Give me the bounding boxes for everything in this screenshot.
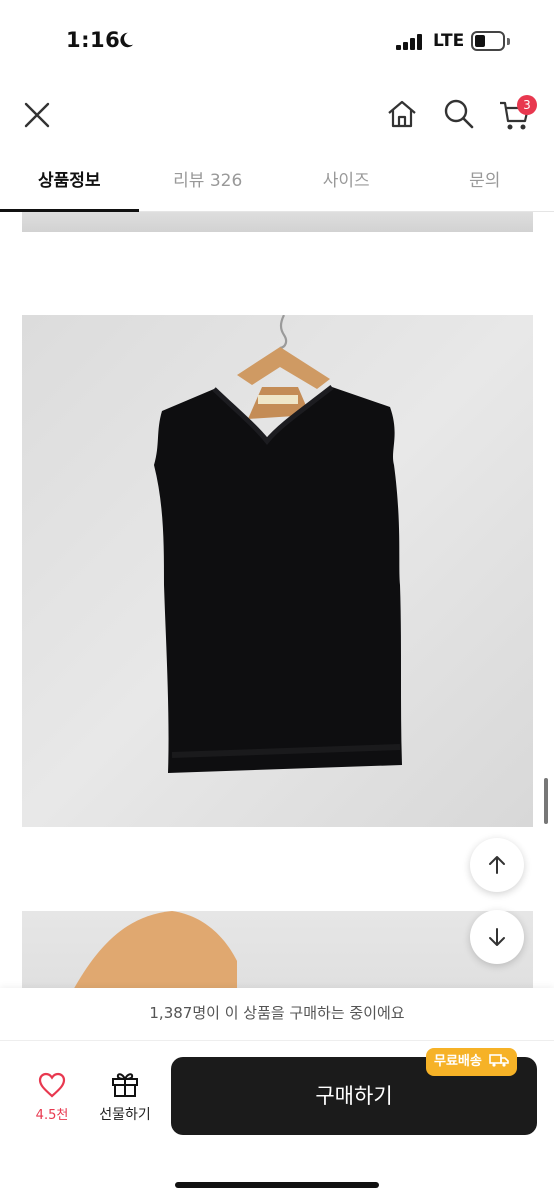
status-bar: 1:16 LTE (0, 0, 554, 86)
network-label: LTE (433, 31, 465, 51)
battery-icon (471, 31, 505, 51)
signal-icon (396, 34, 426, 50)
arrow-up-icon (489, 856, 505, 874)
scroll-down-button[interactable] (470, 910, 524, 964)
hanger-illustration (74, 911, 237, 988)
status-time: 1:16 (66, 28, 121, 52)
gift-label: 선물하기 (99, 1107, 151, 1123)
buyer-count-note: 1,387명이 이 상품을 구매하는 중이에요 (149, 1004, 405, 1022)
scrollbar[interactable] (544, 778, 548, 824)
tab-inquiry[interactable]: 문의 (416, 152, 554, 211)
product-detail-content[interactable] (0, 212, 554, 988)
cart-count-badge: 3 (517, 95, 537, 115)
truck-icon (489, 1054, 510, 1067)
tab-bar: 상품정보 리뷰 326 사이즈 문의 (0, 152, 554, 212)
tab-size[interactable]: 사이즈 (277, 152, 416, 211)
battery-tip (507, 38, 510, 45)
free-shipping-label: 무료배송 (434, 1054, 482, 1069)
close-icon[interactable] (22, 100, 52, 130)
tab-reviews[interactable]: 리뷰 326 (139, 152, 278, 211)
moon-icon (120, 32, 134, 48)
like-button[interactable]: 4.5천 (26, 1072, 78, 1123)
home-icon[interactable] (385, 97, 419, 131)
gift-icon (112, 1073, 138, 1097)
product-image-next[interactable] (22, 911, 533, 988)
divider (0, 1040, 554, 1041)
search-icon[interactable] (442, 97, 476, 131)
black-vest-illustration (154, 315, 402, 773)
gift-button[interactable]: 선물하기 (92, 1070, 158, 1124)
like-count: 4.5천 (35, 1108, 69, 1123)
free-shipping-badge: 무료배송 (426, 1048, 518, 1076)
product-image-previous (22, 212, 533, 232)
tab-product-info[interactable]: 상품정보 (0, 152, 139, 212)
heart-icon (38, 1072, 66, 1098)
product-image-black-vest[interactable] (22, 315, 533, 827)
bottom-purchase-bar: 1,387명이 이 상품을 구매하는 중이에요 4.5천 선물하기 구매하기 무… (0, 988, 554, 1200)
home-indicator[interactable] (175, 1182, 379, 1188)
arrow-down-icon (489, 928, 505, 946)
scroll-up-button[interactable] (470, 838, 524, 892)
header (0, 86, 554, 152)
